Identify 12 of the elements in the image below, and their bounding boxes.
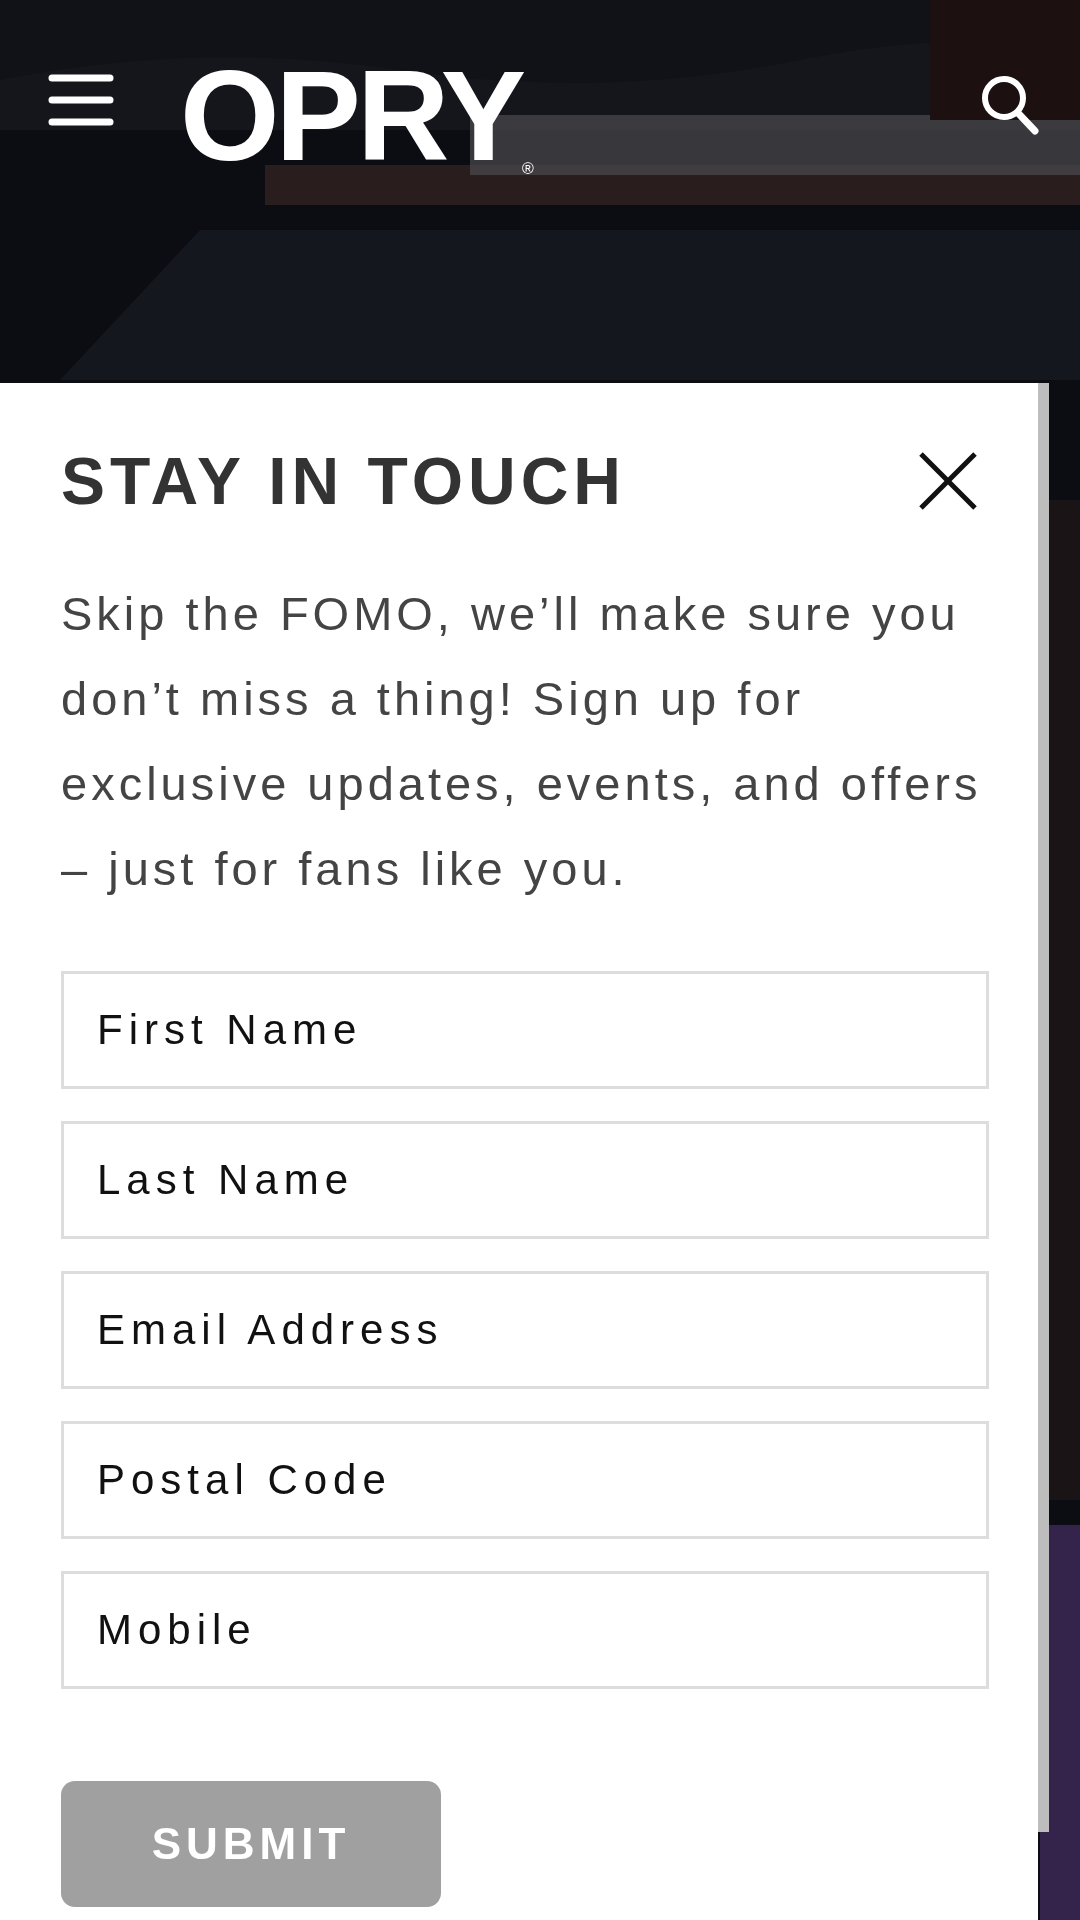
input-field[interactable]: Mobile — [61, 1571, 989, 1689]
scrollbar[interactable] — [1038, 383, 1049, 1832]
input-field[interactable]: Last Name — [61, 1121, 989, 1239]
opry-logo[interactable]: OPRY® — [180, 52, 534, 180]
close-button[interactable] — [918, 451, 978, 511]
input-field[interactable]: Email Address — [61, 1271, 989, 1389]
popup-description: Skip the FOMO, we’ll make sure you don’t miss a thing! Sign up for exclusive updates, events, and offers – just for fans like you. — [61, 586, 983, 897]
search-icon[interactable] — [980, 74, 1040, 136]
input-field[interactable]: First Name — [61, 971, 989, 1089]
menu-icon[interactable] — [48, 72, 114, 128]
popup-title: STAY IN TOUCH — [61, 443, 626, 519]
input-field[interactable]: Postal Code — [61, 1421, 989, 1539]
